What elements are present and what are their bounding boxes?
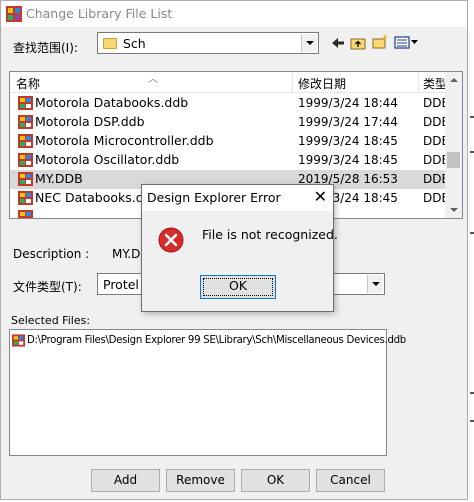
column-divider (418, 72, 419, 92)
column-name[interactable]: 名称 (16, 75, 40, 92)
chevron-down-icon[interactable] (301, 34, 317, 52)
title-bar: Change Library File List (1, 1, 467, 27)
ddb-file-icon (18, 153, 33, 167)
selected-file-path[interactable]: D:\Program Files\Design Explorer 99 SE\L… (27, 335, 406, 346)
list-item[interactable]: Motorola Databooks.ddb 1999/3/24 18:44 D… (10, 94, 450, 113)
error-ok-button[interactable]: OK (200, 275, 276, 299)
ddb-file-icon (18, 172, 33, 186)
error-icon (158, 227, 184, 253)
background-edge-mark (470, 392, 474, 394)
file-name: Motorola Databooks.ddb (35, 95, 189, 110)
list-item[interactable]: Motorola Microcontroller.ddb 1999/3/24 1… (10, 132, 450, 151)
error-dialog: Design Explorer Error ✕ File is not reco… (141, 184, 338, 312)
error-ok-label: OK (228, 278, 248, 293)
ddb-file-icon (12, 334, 25, 347)
scroll-down-icon[interactable] (445, 201, 462, 218)
selected-files-list[interactable]: D:\Program Files\Design Explorer 99 SE\L… (9, 329, 406, 456)
scroll-thumb[interactable] (447, 152, 460, 168)
ddb-file-icon (18, 210, 33, 218)
back-arrow-icon[interactable] (329, 34, 347, 52)
background-edge-mark (470, 420, 474, 422)
filetype-label: 文件类型(T): (13, 280, 82, 294)
app-icon (6, 6, 22, 22)
column-divider (292, 72, 293, 92)
remove-button[interactable]: Remove (166, 469, 235, 492)
file-date: 1999/3/24 18:44 (298, 96, 398, 110)
close-icon[interactable]: ✕ (314, 187, 327, 206)
file-list-header: ︿ 名称 修改日期 类型 (10, 72, 462, 93)
list-item[interactable]: Motorola Oscillator.ddb 1999/3/24 18:45 … (10, 151, 450, 170)
selected-files-label: Selected Files: (11, 314, 91, 327)
error-dialog-title: Design Explorer Error (147, 190, 281, 205)
background-edge-mark (470, 116, 474, 118)
chevron-down-icon[interactable] (367, 275, 383, 293)
background-edge-mark (470, 151, 474, 153)
file-name: MY.DDB (35, 171, 83, 186)
file-date: 1999/3/24 17:44 (298, 115, 398, 129)
lookin-value: Sch (123, 36, 146, 51)
file-list-scrollbar[interactable] (445, 72, 462, 218)
column-modified[interactable]: 修改日期 (298, 75, 346, 92)
ok-button[interactable]: OK (241, 469, 310, 492)
list-item[interactable]: Motorola DSP.ddb 1999/3/24 17:44 DDB (10, 113, 450, 132)
file-name: Motorola Microcontroller.ddb (35, 133, 214, 148)
up-folder-icon[interactable] (349, 34, 367, 52)
lookin-combo[interactable]: Sch (97, 32, 319, 54)
ddb-file-icon (18, 96, 33, 110)
lookin-label: 查找范围(I): (13, 41, 78, 55)
column-type[interactable]: 类型 (423, 75, 447, 92)
description-label: Description : (13, 247, 90, 261)
file-date: 1999/3/24 18:45 (298, 153, 398, 167)
background-edge-mark (470, 232, 474, 234)
folder-icon (103, 38, 117, 49)
cancel-button[interactable]: Cancel (316, 469, 385, 492)
ddb-file-icon (18, 115, 33, 129)
view-menu-icon[interactable] (394, 34, 420, 52)
sort-ascending-icon: ︿ (148, 74, 158, 85)
ddb-file-icon (18, 191, 33, 205)
scroll-up-icon[interactable] (445, 72, 462, 89)
file-name: Motorola Oscillator.ddb (35, 152, 180, 167)
change-library-window: Change Library File List 查找范围(I): Sch ︿ … (0, 0, 468, 500)
ddb-file-icon (18, 134, 33, 148)
add-button[interactable]: Add (91, 469, 160, 492)
error-dialog-titlebar: Design Explorer Error ✕ (142, 185, 333, 211)
new-folder-icon[interactable] (371, 33, 389, 51)
error-message: File is not recognized. (202, 227, 338, 242)
window-title: Change Library File List (26, 6, 173, 21)
file-name: Motorola DSP.ddb (35, 114, 145, 129)
file-date: 1999/3/24 18:45 (298, 134, 398, 148)
